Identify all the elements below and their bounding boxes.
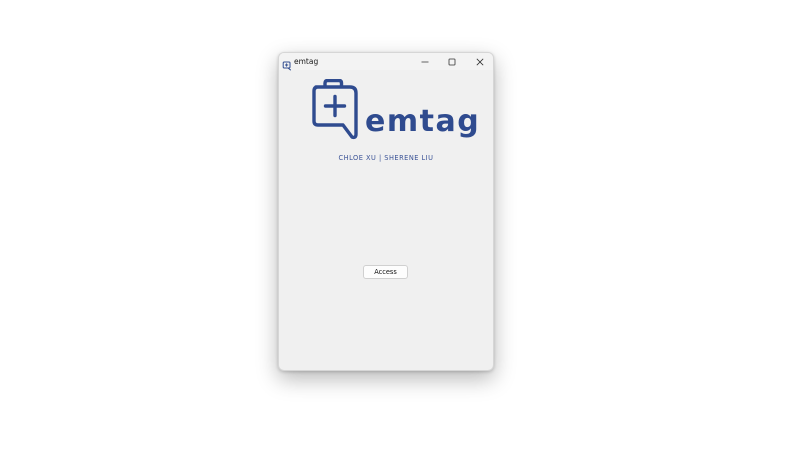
minimize-icon	[421, 61, 428, 62]
maximize-button[interactable]	[438, 53, 465, 70]
close-button[interactable]	[466, 53, 493, 70]
logo-wordmark: emtag	[365, 104, 481, 139]
app-window: emtag emtag CHLOE XU | SHERENE LIU Acces…	[278, 52, 494, 371]
close-icon	[476, 58, 483, 65]
window-title: emtag	[294, 57, 319, 66]
minimize-button[interactable]	[411, 53, 438, 70]
emtag-logo: emtag	[312, 78, 479, 141]
maximize-icon	[448, 58, 455, 65]
access-button[interactable]: Access	[363, 265, 408, 279]
authors-credit: CHLOE XU | SHERENE LIU	[338, 154, 434, 162]
title-bar[interactable]: emtag	[279, 53, 493, 71]
app-icon	[282, 56, 293, 71]
desktop: emtag emtag CHLOE XU | SHERENE LIU Acces…	[0, 0, 806, 452]
